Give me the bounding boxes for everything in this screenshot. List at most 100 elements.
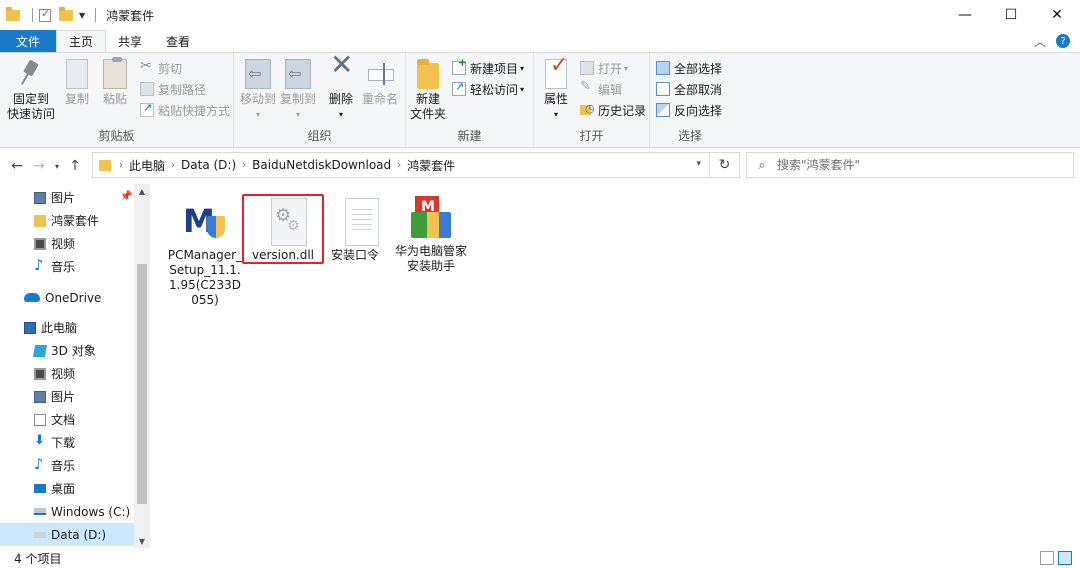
copy-to-icon — [285, 59, 311, 89]
cut-button[interactable]: 剪切 — [140, 58, 183, 77]
cut-label: 剪切 — [158, 61, 183, 76]
pin-label: 固定到 — [12, 92, 49, 106]
ribbon-group-select: 全部选择 全部取消 反向选择 选择 — [650, 53, 730, 147]
paste-label: 粘贴 — [102, 92, 127, 106]
maximize-button[interactable]: ☐ — [988, 0, 1034, 30]
refresh-icon[interactable]: ↻ — [709, 153, 739, 177]
address-bar[interactable]: › 此电脑 › Data (D:) › BaiduNetdiskDownload… — [92, 152, 740, 178]
move-to-button[interactable]: 移动到 ▾ — [238, 59, 278, 122]
breadcrumb-current-folder[interactable]: 鸿蒙套件 — [407, 157, 455, 174]
sidebar-item-videos-quick[interactable]: 视频 — [0, 232, 134, 255]
back-arrow-icon[interactable]: ← — [6, 154, 28, 178]
sidebar-item-desktop[interactable]: 桌面 — [0, 477, 134, 500]
close-button[interactable]: ✕ — [1034, 0, 1080, 30]
properties-button[interactable]: 属性 ▾ — [540, 58, 572, 122]
tab-home[interactable]: 主页 — [56, 30, 107, 52]
new-folder-icon[interactable] — [59, 6, 73, 21]
tab-view[interactable]: 查看 — [154, 30, 202, 52]
sidebar-item-3d-objects[interactable]: 3D 对象 — [0, 339, 134, 362]
search-input[interactable] — [777, 158, 1057, 172]
select-none-button[interactable]: 全部取消 — [656, 80, 722, 98]
pin-to-quick-access-button[interactable]: 固定到 快速访问 — [6, 59, 56, 122]
sidebar-item-videos[interactable]: 视频 — [0, 362, 134, 385]
pinned-icon: 📌 — [120, 191, 133, 202]
edit-button[interactable]: 编辑 — [580, 79, 622, 98]
group-label-new: 新建 — [457, 129, 482, 143]
help-icon[interactable]: ? — [1056, 34, 1070, 48]
delete-button[interactable]: 删除 ▾ — [326, 57, 356, 122]
sidebar-item-hongmeng[interactable]: 鸿蒙套件 — [0, 209, 134, 232]
sidebar-item-pictures[interactable]: 图片 — [0, 385, 134, 408]
history-icon — [580, 102, 595, 117]
sidebar-item-onedrive[interactable]: OneDrive — [0, 286, 134, 309]
sidebar-item-music[interactable]: 音乐 — [0, 454, 134, 477]
copy-path-label: 复制路径 — [158, 82, 207, 97]
sidebar-item-music-quick[interactable]: 音乐 — [0, 255, 134, 278]
paste-shortcut-button[interactable]: 粘贴快捷方式 — [140, 101, 230, 119]
copy-path-button[interactable]: 复制路径 — [140, 80, 206, 98]
easy-access-button[interactable]: 轻松访问 ▾ — [452, 80, 524, 98]
rename-button[interactable]: 重命名 — [360, 59, 400, 107]
sidebar-item-data-d[interactable]: Data (D:) — [0, 523, 134, 546]
tab-file[interactable]: 文件 — [0, 30, 56, 52]
open-button[interactable]: 打开 ▾ — [580, 59, 628, 77]
file-item-version-dll[interactable]: version.dll — [244, 198, 322, 263]
file-item-pcmanager-setup[interactable]: PCManager_Setup_11.1.1.95(C233D055) — [166, 198, 244, 308]
forward-arrow-icon[interactable]: → — [28, 154, 50, 178]
sidebar-item-label: 图片 — [51, 191, 76, 205]
breadcrumb-this-pc[interactable]: 此电脑 — [129, 157, 165, 174]
paste-button[interactable]: 粘贴 — [98, 57, 132, 107]
chevron-right-icon[interactable]: › — [242, 160, 246, 171]
history-button[interactable]: 历史记录 — [580, 101, 646, 119]
address-history-chevron-icon[interactable]: ▾ — [696, 159, 701, 169]
sidebar-item-this-pc[interactable]: 此电脑 — [0, 316, 134, 339]
music-icon — [34, 455, 46, 473]
copy-button[interactable]: 复制 — [60, 59, 94, 107]
sidebar-scrollbar[interactable]: ▲ ▼ — [134, 184, 150, 548]
rename-icon — [366, 59, 394, 89]
up-arrow-icon[interactable]: ↑ — [64, 154, 86, 178]
chevron-right-icon[interactable]: › — [119, 160, 123, 171]
sidebar-item-documents[interactable]: 文档 — [0, 408, 134, 431]
select-all-button[interactable]: 全部选择 — [656, 59, 722, 77]
scroll-down-chevron-icon[interactable]: ▼ — [134, 534, 150, 548]
details-view-icon[interactable] — [1040, 551, 1054, 565]
copy-to-button[interactable]: 复制到 ▾ — [278, 59, 318, 122]
sidebar-item-downloads[interactable]: 下载 — [0, 431, 134, 454]
properties-icon[interactable] — [39, 7, 51, 22]
customize-toolbar-chevron-icon[interactable]: ▼ — [79, 11, 85, 20]
group-label-open: 打开 — [579, 129, 604, 143]
sidebar-item-label: 图片 — [51, 390, 76, 404]
invert-selection-button[interactable]: 反向选择 — [656, 101, 722, 119]
large-icons-view-icon[interactable] — [1058, 551, 1072, 565]
chevron-right-icon[interactable]: › — [171, 160, 175, 171]
sidebar-item-windows-c[interactable]: Windows (C:) — [0, 500, 134, 523]
text-file-icon — [345, 198, 379, 246]
move-to-label: 移动到 — [239, 92, 276, 106]
file-item-huawei-installer[interactable]: M F 华为电脑管家安装助手 — [392, 194, 470, 274]
onedrive-icon — [24, 293, 40, 302]
select-none-icon — [656, 82, 670, 96]
new-item-button[interactable]: 新建项目 ▾ — [452, 56, 524, 77]
scroll-up-chevron-icon[interactable]: ▲ — [134, 184, 150, 198]
new-folder-label-2: 文件夹 — [410, 107, 447, 121]
open-label: 打开 — [598, 61, 623, 76]
easy-access-label: 轻松访问 — [470, 82, 519, 97]
chevron-right-icon[interactable]: › — [397, 160, 401, 171]
item-count: 4 个项目 — [14, 551, 62, 566]
collapse-ribbon-chevron-icon[interactable]: ︿ — [1034, 33, 1046, 50]
video-icon — [34, 367, 46, 380]
sidebar-item-pictures-pinned[interactable]: 图片 📌 — [0, 186, 134, 209]
documents-icon — [34, 413, 46, 426]
minimize-button[interactable]: — — [942, 0, 988, 30]
file-item-install-code[interactable]: 安装口令 — [316, 198, 394, 263]
breadcrumb-baidunetdiskdownload[interactable]: BaiduNetdiskDownload — [252, 158, 391, 172]
search-box[interactable]: ⌕ — [746, 152, 1074, 178]
navigation-pane: 图片 📌 鸿蒙套件 视频 音乐 OneDrive 此电脑 3D 对象 视频 图片… — [0, 184, 150, 548]
pin-label-2: 快速访问 — [6, 107, 55, 121]
new-folder-button[interactable]: 新建 文件夹 — [410, 59, 446, 122]
recent-locations-chevron-icon[interactable]: ▾ — [50, 154, 64, 178]
breadcrumb-data-d[interactable]: Data (D:) — [181, 158, 236, 172]
tab-share[interactable]: 共享 — [106, 30, 154, 52]
scrollbar-thumb[interactable] — [137, 264, 147, 504]
